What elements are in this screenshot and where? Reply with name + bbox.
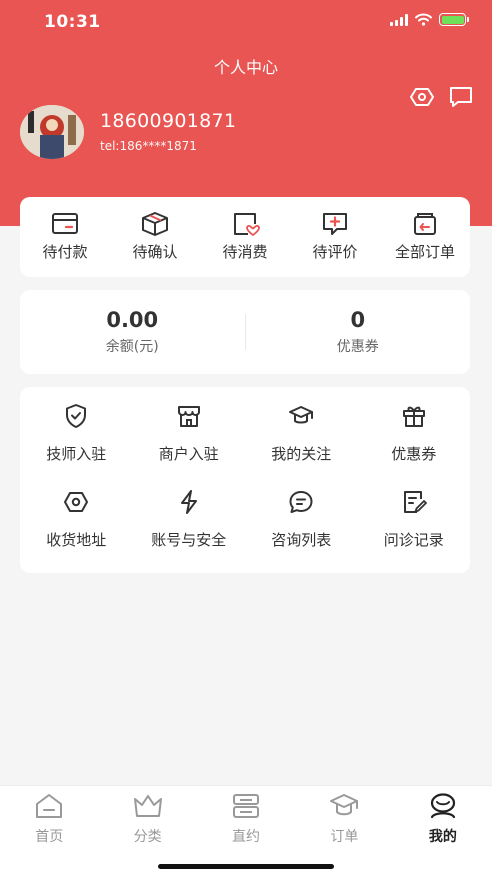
order-label: 待消费	[222, 243, 268, 261]
coupons-count[interactable]: 0 优惠券	[246, 308, 471, 356]
chat-bubble-icon	[289, 491, 313, 513]
status-indicators	[390, 13, 469, 26]
service-label: 我的关注	[271, 445, 332, 463]
balance-value: 0.00	[106, 308, 159, 332]
cap-order-icon	[330, 794, 359, 816]
coupons-label: 优惠券	[336, 339, 379, 355]
service-label: 优惠券	[391, 445, 437, 463]
services-card: 技师入驻 商户入驻 我的关注 优惠券 收货地址 账号与安全 咨询列表 问诊记录	[20, 387, 470, 573]
order-label: 待付款	[42, 243, 88, 261]
tab-label: 首页	[35, 829, 64, 845]
order-label: 待评价	[312, 243, 358, 261]
tab-label: 我的	[428, 829, 457, 845]
profile-icon	[430, 793, 455, 819]
graduation-cap-icon	[289, 406, 314, 424]
lightning-icon	[180, 490, 197, 514]
avatar[interactable]	[20, 105, 84, 159]
service-label: 咨询列表	[271, 531, 332, 549]
service-coupons[interactable]: 优惠券	[358, 399, 471, 485]
service-technician-join[interactable]: 技师入驻	[20, 399, 133, 485]
box-icon	[142, 212, 168, 236]
order-status-card: 待付款 待确认 待消费 待评价 全部订单	[20, 197, 470, 277]
appointment-icon	[233, 794, 260, 818]
service-consultation-records[interactable]: 问诊记录	[358, 485, 471, 571]
order-pending-review[interactable]: 待评价	[290, 197, 380, 277]
profile-tel: tel:186****1871	[100, 139, 197, 153]
crown-icon	[133, 795, 162, 817]
wifi-icon	[415, 13, 432, 26]
order-pending-payment[interactable]: 待付款	[20, 197, 110, 277]
shield-check-icon	[66, 404, 87, 428]
service-consult-list[interactable]: 咨询列表	[245, 485, 358, 571]
service-label: 收货地址	[46, 531, 107, 549]
home-indicator	[158, 864, 334, 869]
heart-ticket-icon	[234, 213, 260, 236]
tab-label: 分类	[133, 829, 162, 845]
tab-label: 直约	[232, 829, 261, 845]
order-all[interactable]: 全部订单	[380, 197, 470, 277]
service-shipping-address[interactable]: 收货地址	[20, 485, 133, 571]
order-return-icon	[414, 213, 436, 235]
order-pending-confirm[interactable]: 待确认	[110, 197, 200, 277]
hexagon-settings-icon[interactable]	[409, 84, 435, 110]
hexagon-location-icon	[64, 492, 89, 512]
wallet-card-icon	[52, 213, 78, 234]
service-label: 问诊记录	[383, 531, 444, 549]
battery-icon	[439, 13, 469, 26]
cellular-signal-icon	[390, 13, 408, 26]
service-merchant-join[interactable]: 商户入驻	[133, 399, 246, 485]
service-account-security[interactable]: 账号与安全	[133, 485, 246, 571]
tab-home[interactable]: 首页	[0, 786, 98, 878]
message-icon[interactable]	[448, 84, 474, 110]
order-label: 全部订单	[394, 243, 455, 261]
service-my-follows[interactable]: 我的关注	[245, 399, 358, 485]
service-label: 商户入驻	[158, 445, 219, 463]
avatar-image	[20, 105, 84, 159]
comment-plus-icon	[323, 213, 347, 235]
gift-icon	[402, 406, 425, 427]
tab-label: 订单	[330, 829, 359, 845]
status-time: 10:31	[44, 12, 101, 32]
home-icon	[36, 794, 63, 818]
edit-record-icon	[403, 491, 427, 513]
tab-profile[interactable]: 我的	[394, 786, 492, 878]
balance-label: 余额(元)	[105, 339, 159, 355]
balance-card: 0.00 余额(元) 0 优惠券	[20, 290, 470, 374]
order-label: 待确认	[132, 243, 178, 261]
status-bar: 10:31	[0, 0, 492, 44]
service-label: 账号与安全	[151, 531, 227, 549]
coupons-value: 0	[350, 308, 366, 332]
page-title: 个人中心	[213, 58, 278, 77]
service-label: 技师入驻	[46, 445, 107, 463]
balance-amount[interactable]: 0.00 余额(元)	[20, 308, 245, 356]
order-pending-consume[interactable]: 待消费	[200, 197, 290, 277]
profile-name: 18600901871	[100, 110, 237, 132]
store-icon	[177, 406, 200, 427]
